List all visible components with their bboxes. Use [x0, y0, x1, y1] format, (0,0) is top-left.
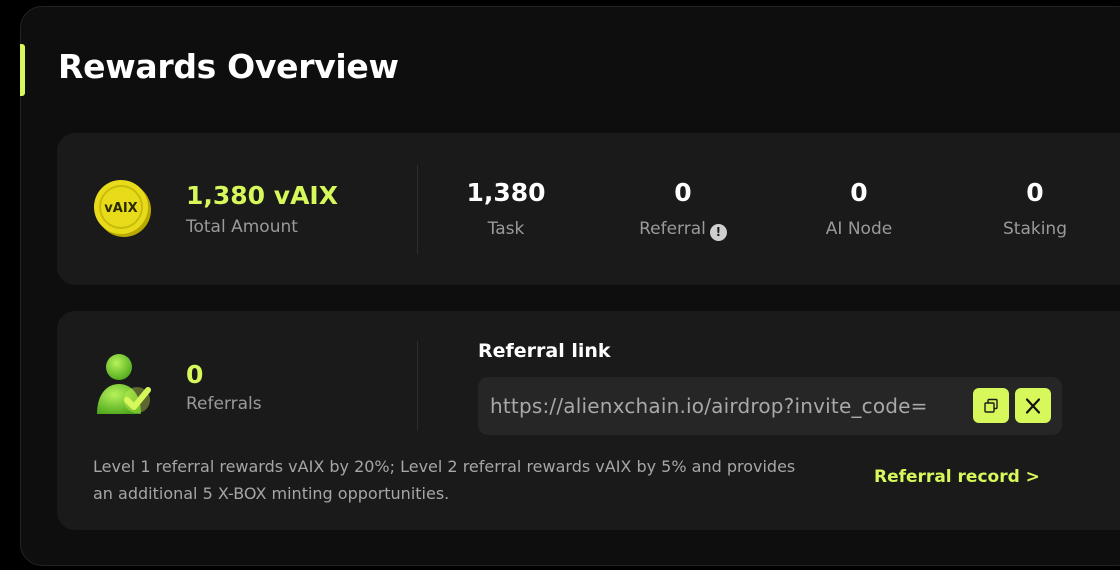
user-check-icon [97, 354, 151, 414]
stat-staking: 0 Staking [955, 177, 1115, 239]
stat-task: 1,380 Task [426, 177, 586, 239]
stat-staking-label: Staking [1002, 219, 1067, 239]
summary-divider [417, 165, 418, 254]
referral-description: Level 1 referral rewards vAIX by 20%; Le… [93, 457, 796, 503]
stat-task-label: Task [487, 219, 525, 239]
total-amount-value: 1,380 vAIX [186, 181, 339, 210]
stat-staking-value: 0 [1026, 178, 1044, 207]
page-title: Rewards Overview [58, 47, 399, 86]
copy-icon [984, 398, 998, 413]
copy-button[interactable] [973, 388, 1009, 423]
stat-task-value: 1,380 [466, 178, 546, 207]
referral-link-value[interactable]: https://alienxchain.io/airdrop?invite_co… [490, 394, 950, 418]
referrals-label: Referrals [186, 394, 262, 414]
stat-ai-node-label: AI Node [825, 219, 893, 239]
title-accent-bar [20, 44, 25, 96]
stat-referral-value: 0 [674, 178, 692, 207]
stat-referral-label: Referral [639, 219, 706, 239]
stat-ai-node-value: 0 [850, 178, 868, 207]
stat-ai-node: 0 AI Node [779, 177, 939, 239]
vaix-coin-icon: vAIX [94, 180, 151, 237]
x-logo-icon [1025, 397, 1041, 414]
share-x-button[interactable] [1015, 388, 1051, 423]
coin-label: vAIX [104, 201, 137, 216]
referral-record-link[interactable]: Referral record > [874, 467, 1040, 487]
referral-divider [417, 341, 418, 431]
total-amount-label: Total Amount [186, 217, 298, 237]
stat-referral: 0 Referral! [603, 177, 763, 241]
referral-link-box: https://alienxchain.io/airdrop?invite_co… [478, 377, 1062, 435]
info-icon[interactable]: ! [709, 224, 727, 241]
referrals-count: 0 [186, 360, 204, 389]
referral-link-title: Referral link [478, 340, 611, 362]
